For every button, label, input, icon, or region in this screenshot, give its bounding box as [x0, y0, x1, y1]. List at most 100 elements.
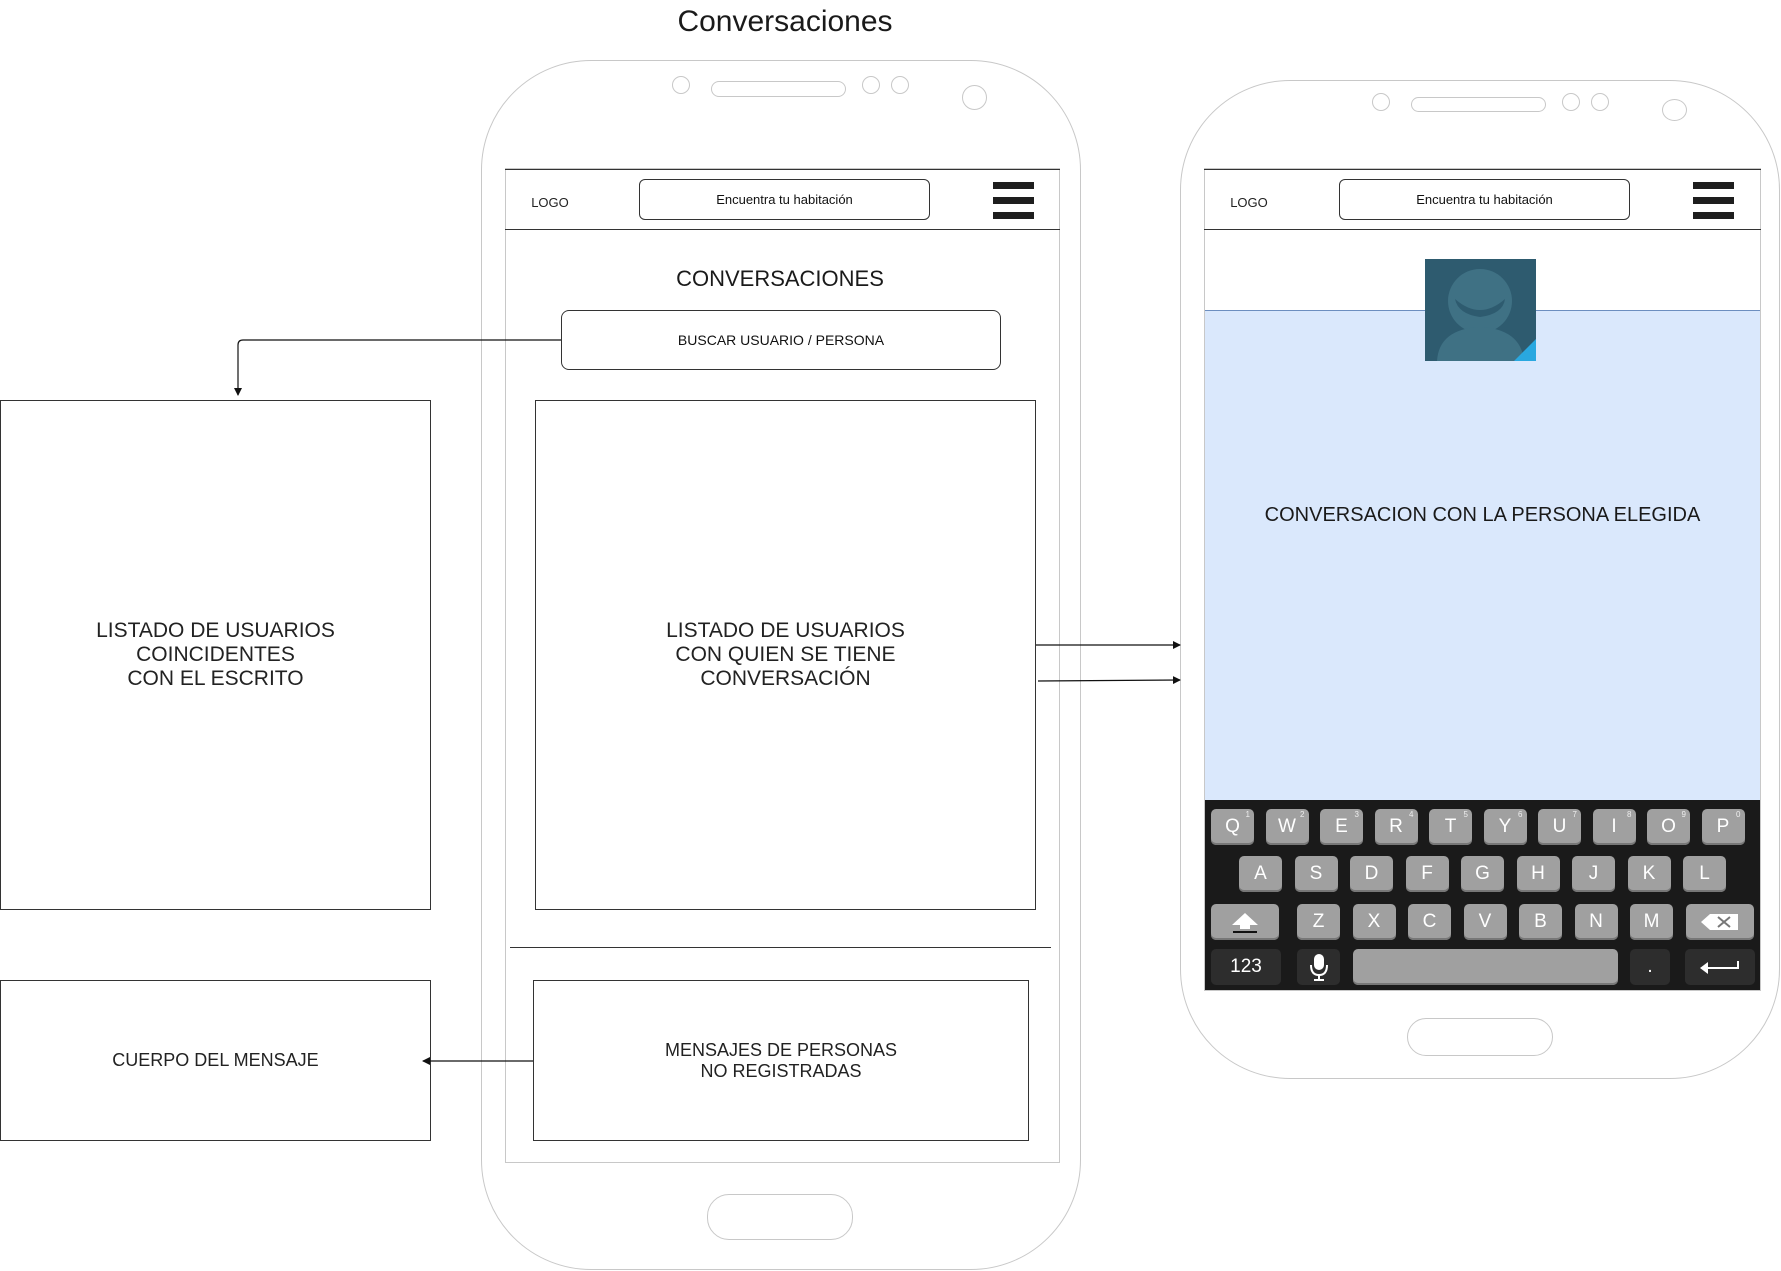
enter-icon	[1700, 961, 1739, 974]
key-label: L	[1699, 863, 1710, 884]
key-label: Z	[1312, 911, 1325, 932]
key-a[interactable]: A	[1239, 856, 1282, 892]
key-label: B	[1534, 911, 1547, 932]
key-label: P	[1716, 816, 1730, 837]
matching-users-list: LISTADO DE USUARIOS COINCIDENTES CON EL …	[0, 400, 431, 910]
conversation-list[interactable]: LISTADO DE USUARIOS CON QUIEN SE TIENE C…	[535, 400, 1036, 910]
key-j[interactable]: J	[1572, 856, 1615, 892]
speaker-grille	[1411, 97, 1546, 112]
key-l[interactable]: L	[1683, 856, 1726, 892]
key-number-hint: 5	[1463, 810, 1468, 819]
microphone-icon	[1309, 954, 1328, 981]
key-p[interactable]: P0	[1701, 809, 1745, 845]
header-bottom-rule	[1204, 229, 1761, 230]
key-label: V	[1478, 911, 1492, 932]
key-label: R	[1389, 816, 1403, 837]
hamburger-menu-icon[interactable]	[1693, 182, 1734, 220]
screen-title: CONVERSACIONES	[676, 266, 884, 291]
sensor-icon	[1372, 93, 1390, 111]
header-top-rule	[505, 169, 1060, 170]
key-r[interactable]: R4	[1374, 809, 1418, 845]
user-avatar-icon	[1425, 259, 1536, 361]
sensor-icon	[891, 76, 909, 94]
key-k[interactable]: K	[1627, 856, 1671, 892]
sensor-icon	[1591, 93, 1609, 111]
backspace-key[interactable]	[1686, 904, 1754, 940]
key-e[interactable]: E3	[1320, 809, 1363, 845]
key-c[interactable]: C	[1408, 904, 1451, 940]
key-t[interactable]: T5	[1429, 809, 1472, 845]
key-label: K	[1642, 863, 1656, 884]
key-number-hint: 1	[1245, 810, 1250, 819]
key-number-hint: 0	[1736, 810, 1741, 819]
sensor-icon	[862, 76, 880, 94]
key-label: W	[1278, 816, 1296, 837]
key-label: N	[1589, 911, 1603, 932]
shift-key[interactable]	[1211, 904, 1279, 940]
key-label: E	[1335, 816, 1348, 837]
home-button[interactable]	[707, 1194, 853, 1240]
microphone-key[interactable]	[1297, 949, 1340, 985]
hamburger-menu-icon[interactable]	[993, 182, 1034, 220]
key-s[interactable]: S	[1294, 856, 1338, 892]
key-number-hint: 6	[1518, 810, 1523, 819]
front-camera-icon	[962, 85, 987, 110]
key-m[interactable]: M	[1630, 904, 1673, 940]
key-label: U	[1552, 816, 1567, 837]
speaker-grille	[711, 81, 846, 97]
home-button[interactable]	[1407, 1018, 1553, 1056]
key-g[interactable]: G	[1461, 856, 1504, 892]
key-number-hint: 7	[1572, 810, 1577, 819]
unregistered-messages-box[interactable]: MENSAJES DE PERSONAS NO REGISTRADAS	[533, 980, 1029, 1141]
keyboard-keys: 123 . Q1W2E3R4T5Y6U7I8O9P0ASDFGHJKLZXCVB…	[1205, 800, 1760, 990]
avatar	[1425, 259, 1536, 361]
numbers-key[interactable]: 123	[1211, 949, 1281, 985]
key-label: I	[1611, 816, 1617, 837]
key-w[interactable]: W2	[1265, 809, 1309, 845]
key-number-hint: 2	[1300, 810, 1305, 819]
key-y[interactable]: Y6	[1483, 809, 1527, 845]
key-x[interactable]: X	[1352, 904, 1396, 940]
key-h[interactable]: H	[1516, 856, 1560, 892]
key-number-hint: 8	[1627, 810, 1632, 819]
key-label: G	[1475, 863, 1490, 884]
find-room-button[interactable]: Encuentra tu habitación	[1339, 179, 1630, 220]
key-b[interactable]: B	[1519, 904, 1562, 940]
page-title: Conversaciones	[677, 5, 893, 38]
key-label: H	[1531, 863, 1545, 884]
key-u[interactable]: U7	[1538, 809, 1581, 845]
conversation-area[interactable]: CONVERSACION CON LA PERSONA ELEGIDA	[1205, 310, 1760, 800]
message-body-box: CUERPO DEL MENSAJE	[0, 980, 431, 1141]
backspace-icon	[1701, 914, 1738, 930]
key-number-hint: 3	[1354, 810, 1359, 819]
key-label: D	[1364, 863, 1379, 884]
find-room-button[interactable]: Encuentra tu habitación	[639, 179, 930, 220]
period-key[interactable]: .	[1630, 949, 1670, 985]
key-label: F	[1421, 863, 1433, 884]
key-number-hint: 9	[1681, 810, 1686, 819]
key-label: M	[1643, 911, 1660, 932]
space-key[interactable]	[1353, 949, 1618, 985]
key-z[interactable]: Z	[1297, 904, 1340, 940]
key-label: J	[1588, 863, 1599, 884]
key-label: C	[1422, 911, 1437, 932]
key-v[interactable]: V	[1463, 904, 1507, 940]
key-label: T	[1444, 816, 1457, 837]
key-d[interactable]: D	[1350, 856, 1393, 892]
header-top-rule	[1204, 169, 1761, 170]
key-label: X	[1367, 911, 1381, 932]
key-label: S	[1309, 863, 1323, 884]
key-label: A	[1254, 863, 1267, 884]
shift-icon	[1232, 913, 1258, 933]
key-n[interactable]: N	[1574, 904, 1618, 940]
front-camera-icon	[1662, 99, 1687, 121]
key-o[interactable]: O9	[1647, 809, 1690, 845]
key-q[interactable]: Q1	[1211, 809, 1254, 845]
enter-key[interactable]	[1685, 949, 1755, 985]
sensor-icon	[672, 76, 690, 94]
sensor-icon	[1562, 93, 1580, 111]
key-i[interactable]: I8	[1592, 809, 1636, 845]
key-f[interactable]: F	[1405, 856, 1449, 892]
search-user-input[interactable]: BUSCAR USUARIO / PERSONA	[561, 310, 1001, 370]
key-label: Y	[1498, 816, 1512, 837]
